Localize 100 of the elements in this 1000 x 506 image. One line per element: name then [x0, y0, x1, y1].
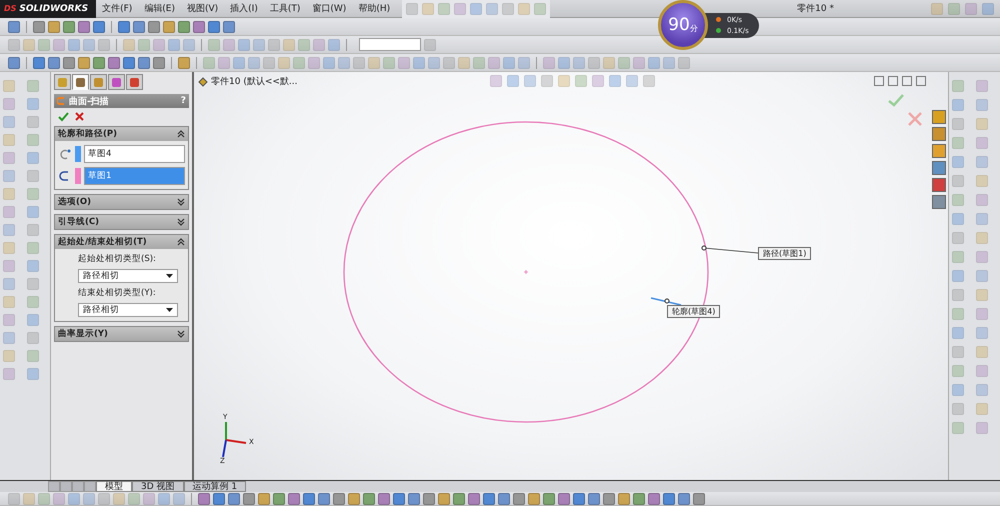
toolbar-icon[interactable]	[93, 20, 105, 32]
toolbar-icon[interactable]	[63, 20, 75, 32]
panel-tab[interactable]	[126, 74, 143, 90]
toolbar-icon[interactable]	[678, 492, 690, 504]
toolbar-icon[interactable]	[48, 56, 60, 68]
expand-icon[interactable]	[177, 218, 185, 226]
menu-item[interactable]: 视图(V)	[180, 2, 224, 15]
task-pane-icon[interactable]	[932, 178, 946, 192]
toolbar-icon[interactable]	[363, 492, 375, 504]
check-icon[interactable]	[888, 94, 904, 107]
toolbar-icon[interactable]	[78, 20, 90, 32]
toolbar-icon[interactable]	[138, 56, 150, 68]
toolbar-icon[interactable]	[393, 492, 405, 504]
toolbar-icon[interactable]	[33, 20, 45, 32]
toolbar-icon[interactable]	[603, 492, 615, 504]
toolbar-icon[interactable]	[483, 492, 495, 504]
panel-tab[interactable]	[72, 74, 89, 90]
tab-scroll-button[interactable]	[84, 481, 96, 492]
menu-item[interactable]: 插入(I)	[224, 2, 264, 15]
toolbar-icon[interactable]	[303, 492, 315, 504]
section-header[interactable]: 轮廓和路径(P)	[55, 127, 188, 141]
menu-item[interactable]: 窗口(W)	[306, 2, 352, 15]
toolbar-icon[interactable]	[243, 492, 255, 504]
toolbar-icon[interactable]	[123, 56, 135, 68]
toolbar-icon[interactable]	[633, 492, 645, 504]
toolbar-icon[interactable]	[558, 492, 570, 504]
toolbar-icon[interactable]	[163, 20, 175, 32]
dropdown[interactable]: 路径相切	[78, 303, 178, 317]
toolbar-icon[interactable]	[333, 492, 345, 504]
tab-scroll-button[interactable]	[72, 481, 84, 492]
task-pane-icon[interactable]	[932, 195, 946, 209]
toolbar-icon[interactable]	[468, 492, 480, 504]
expand-icon[interactable]	[177, 330, 185, 338]
toolbar-icon[interactable]	[48, 20, 60, 32]
toolbar-icon[interactable]	[588, 492, 600, 504]
toolbar-icon[interactable]	[498, 492, 510, 504]
task-pane-icon[interactable]	[932, 110, 946, 124]
panel-tab[interactable]	[54, 74, 71, 90]
toolbar-icon[interactable]	[208, 20, 220, 32]
toolbar-icon[interactable]	[258, 492, 270, 504]
toolbar-icon[interactable]	[423, 492, 435, 504]
task-pane-icon[interactable]	[932, 161, 946, 175]
panel-tab[interactable]	[108, 74, 125, 90]
toolbar-icon[interactable]	[408, 492, 420, 504]
dropdown[interactable]: 路径相切	[78, 269, 178, 283]
toolbar-icon[interactable]	[693, 492, 705, 504]
toolbar-icon[interactable]	[513, 492, 525, 504]
tab-scroll-button[interactable]	[60, 481, 72, 492]
toolbar-icon[interactable]	[528, 492, 540, 504]
toolbar-icon[interactable]	[63, 56, 75, 68]
sheet-tab[interactable]: 运动算例 1	[184, 481, 246, 492]
task-pane-icon[interactable]	[932, 144, 946, 158]
toolbar-icon[interactable]	[438, 492, 450, 504]
toolbar-icon[interactable]	[213, 492, 225, 504]
toolbar-icon[interactable]	[118, 20, 130, 32]
toolbar-icon[interactable]	[648, 492, 660, 504]
collapse-icon[interactable]	[177, 130, 185, 138]
toolbar-icon[interactable]	[178, 20, 190, 32]
sheet-tab[interactable]: 3D 视图	[132, 481, 184, 492]
sheet-tab[interactable]: 模型	[96, 481, 132, 492]
toolbar-icon[interactable]	[8, 20, 20, 32]
toolbar-icon[interactable]	[193, 20, 205, 32]
menu-item[interactable]: 文件(F)	[96, 2, 138, 15]
toolbar-icon[interactable]	[148, 20, 160, 32]
section-header[interactable]: 起始处/结束处相切(T)	[55, 235, 188, 249]
toolbar-icon[interactable]	[8, 56, 20, 68]
tab-scroll-button[interactable]	[48, 481, 60, 492]
section-header[interactable]: 选项(O)	[55, 195, 188, 209]
toolbar-icon[interactable]	[543, 492, 555, 504]
toolbar-icon[interactable]	[318, 492, 330, 504]
toolbar-icon[interactable]	[288, 492, 300, 504]
collapse-icon[interactable]	[177, 238, 185, 246]
menu-item[interactable]: 编辑(E)	[138, 2, 181, 15]
toolbar-icon[interactable]	[273, 492, 285, 504]
toolbar-icon[interactable]	[133, 20, 145, 32]
toolbar-icon[interactable]	[223, 20, 235, 32]
toolbar-icon[interactable]	[78, 56, 90, 68]
check-icon[interactable]	[58, 112, 69, 122]
task-pane-icon[interactable]	[932, 127, 946, 141]
close-icon[interactable]	[75, 112, 84, 121]
toolbar-icon[interactable]	[573, 492, 585, 504]
expand-icon[interactable]	[177, 198, 185, 206]
toolbar-icon[interactable]	[93, 56, 105, 68]
toolbar-icon[interactable]	[618, 492, 630, 504]
panel-tab[interactable]	[90, 74, 107, 90]
configuration-dropdown[interactable]	[359, 38, 421, 51]
toolbar-icon[interactable]	[453, 492, 465, 504]
section-header[interactable]: 曲率显示(Y)	[55, 327, 188, 341]
section-header[interactable]: 引导线(C)	[55, 215, 188, 229]
menu-item[interactable]: 帮助(H)	[352, 2, 396, 15]
toolbar-icon[interactable]	[33, 56, 45, 68]
toolbar-icon[interactable]	[153, 56, 165, 68]
menu-item[interactable]: 工具(T)	[264, 2, 306, 15]
feature-tree-item[interactable]: 零件10 (默认<<默...	[211, 75, 298, 88]
toolbar-icon[interactable]	[108, 56, 120, 68]
selection-field[interactable]: 草图4	[84, 145, 185, 163]
toolbar-icon[interactable]	[178, 56, 190, 68]
toolbar-icon[interactable]	[663, 492, 675, 504]
toolbar-icon[interactable]	[348, 492, 360, 504]
toolbar-icon[interactable]	[378, 492, 390, 504]
